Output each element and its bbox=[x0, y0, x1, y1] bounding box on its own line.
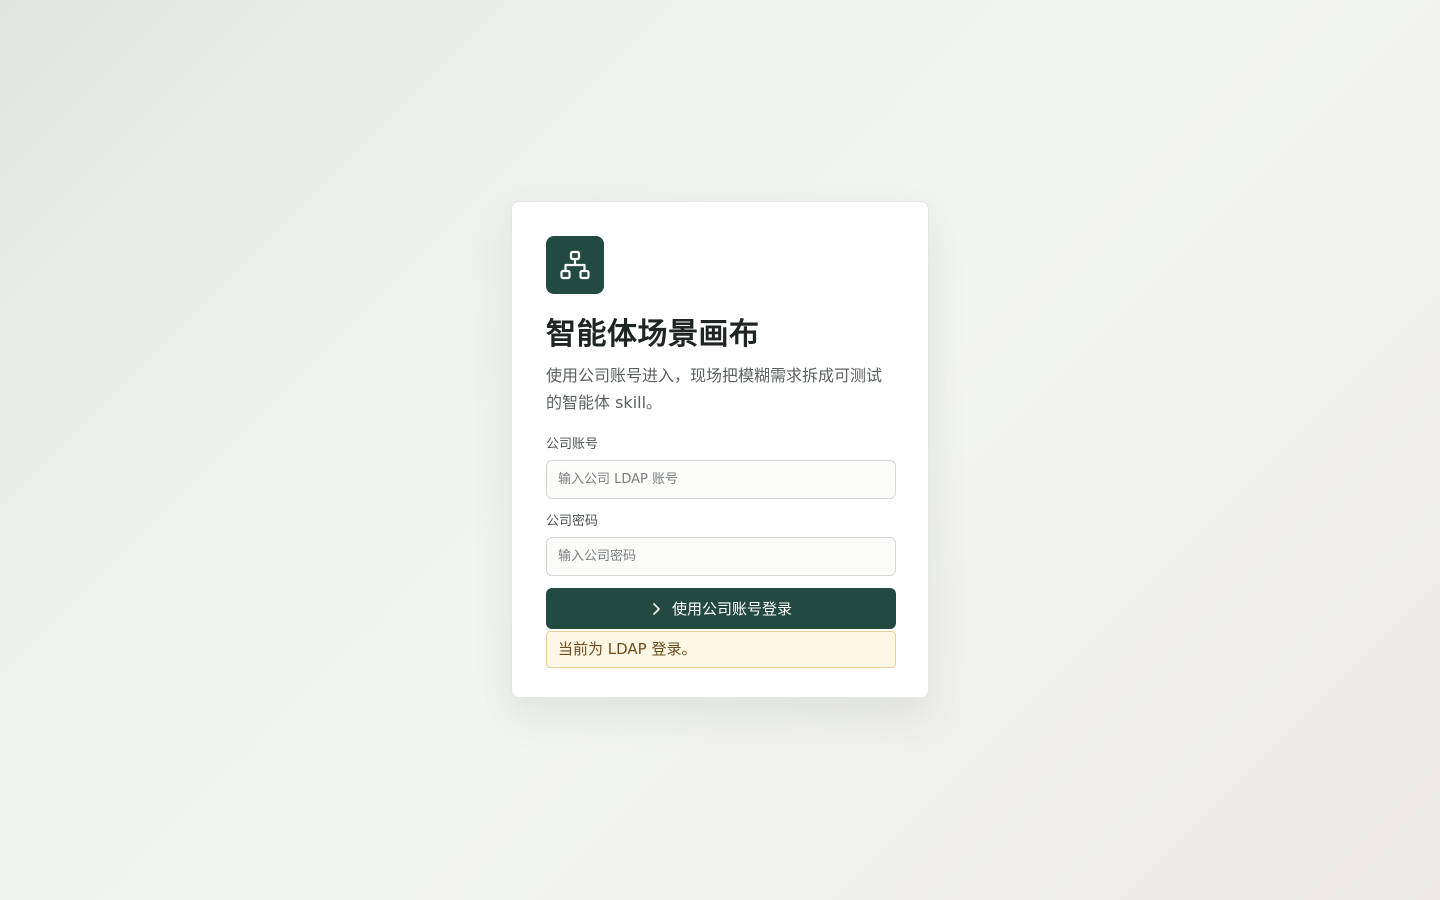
account-input[interactable] bbox=[546, 460, 896, 499]
account-label: 公司账号 bbox=[546, 437, 599, 452]
login-button[interactable]: 使用公司账号登录 bbox=[546, 588, 896, 629]
password-label: 公司密码 bbox=[546, 514, 599, 529]
sitemap-icon bbox=[560, 250, 590, 280]
login-card: 智能体场景画布 使用公司账号进入，现场把模糊需求拆成可测试的智能体 skill。… bbox=[511, 201, 929, 698]
login-mode-notice: 当前为 LDAP 登录。 bbox=[546, 631, 896, 668]
password-input[interactable] bbox=[546, 537, 896, 576]
page-subtitle: 使用公司账号进入，现场把模糊需求拆成可测试的智能体 skill。 bbox=[546, 366, 883, 412]
page-title: 智能体场景画布 bbox=[546, 317, 760, 352]
app-logo bbox=[546, 236, 604, 294]
chevron-right-icon bbox=[653, 602, 660, 615]
login-button-label: 使用公司账号登录 bbox=[671, 600, 792, 618]
